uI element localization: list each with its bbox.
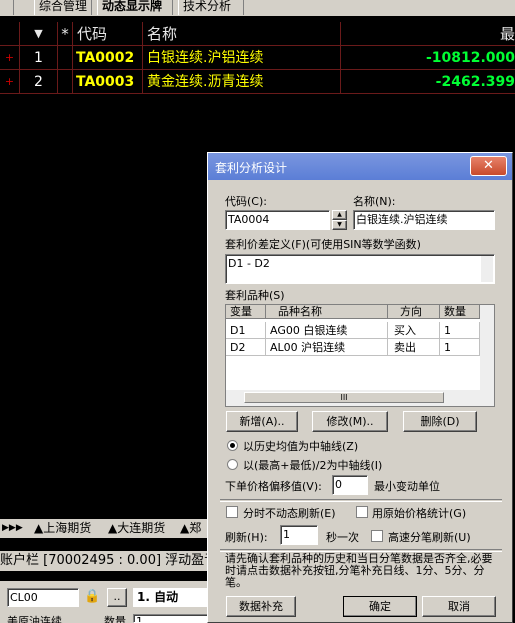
add-leg-button[interactable]: 新增(A).. xyxy=(226,411,298,432)
radio-high-low-label: 以(最高+最低)/2为中轴线(I) xyxy=(243,459,383,472)
row-name[interactable]: 黄金连续.沥青连续 xyxy=(143,70,341,94)
legs-hscrollbar[interactable]: III xyxy=(226,390,494,406)
legs-header-var[interactable]: 变量 xyxy=(226,305,266,319)
spin-up-icon[interactable]: ▲ xyxy=(332,210,347,220)
arbitrage-design-dialog: 套利分析设计 ✕ 代码(C): TA0004 ▲ ▼ 名称(N): 白银连续.沪… xyxy=(207,152,513,623)
name-label: 名称(N): xyxy=(353,195,396,208)
spin-down-icon[interactable]: ▼ xyxy=(332,220,347,230)
legs-label: 套利品种(S) xyxy=(225,289,285,302)
legs-row-name[interactable]: AG00 白银连续 xyxy=(266,322,388,339)
legs-table: 变量 品种名称 方向 数量 D1 AG00 白银连续 买入 1 D2 AL00 … xyxy=(225,304,495,407)
header-code[interactable]: 代码 xyxy=(73,22,143,46)
order-mode-select[interactable]: 1. 自动 xyxy=(133,588,213,607)
qty-label: 数量 xyxy=(104,615,126,623)
row-index: 1 xyxy=(20,46,58,70)
code-input[interactable]: TA0004 xyxy=(225,210,330,230)
spread-formula-input[interactable]: D1 - D2 xyxy=(225,254,495,284)
legs-header-qty[interactable]: 数量 xyxy=(440,305,480,319)
offset-unit: 最小变动单位 xyxy=(374,480,440,493)
row-expand-icon[interactable]: + xyxy=(0,70,20,94)
radio-selected-dot xyxy=(230,443,235,448)
sort-dropdown-icon[interactable]: ▼ xyxy=(20,22,58,46)
row-expand-icon[interactable]: + xyxy=(0,46,20,70)
chk-hf-refresh[interactable] xyxy=(371,530,383,542)
legs-row-dir[interactable]: 买入 xyxy=(388,322,440,339)
tab-dalian-futures[interactable]: ▲大连期货 xyxy=(108,520,165,536)
row-name[interactable]: 白银连续.沪铝连续 xyxy=(143,46,341,70)
dialog-titlebar[interactable]: 套利分析设计 ✕ xyxy=(208,153,512,180)
chk-raw-stats-label: 用原始价格统计(G) xyxy=(372,507,467,520)
account-bar: 账户栏 [70002495 : 0.00] 浮动盈亏 xyxy=(0,551,215,571)
tab-scroll-left[interactable] xyxy=(4,0,14,15)
refresh-unit: 秒一次 xyxy=(326,531,359,544)
legs-row-var[interactable]: D2 xyxy=(226,339,266,356)
edit-leg-button[interactable]: 修改(M).. xyxy=(312,411,388,432)
refresh-label: 刷新(H): xyxy=(225,531,268,544)
exchange-tab-bar: ▶▶▶ ▲上海期货 ▲大连期货 ▲郑 xyxy=(0,519,220,538)
row-star xyxy=(58,70,73,94)
header-spacer xyxy=(0,22,20,46)
legs-row-dir[interactable]: 卖出 xyxy=(388,339,440,356)
row-index: 2 xyxy=(20,70,58,94)
close-icon[interactable]: ✕ xyxy=(470,156,507,176)
chk-raw-stats[interactable] xyxy=(356,506,368,518)
dialog-title: 套利分析设计 xyxy=(215,161,288,175)
radio-high-low[interactable] xyxy=(227,459,238,470)
hscroll-thumb[interactable]: III xyxy=(244,392,444,403)
tab-comprehensive[interactable]: 综合管理 xyxy=(34,0,92,15)
legs-row-qty[interactable]: 1 xyxy=(440,339,480,356)
qty-input[interactable]: 1 xyxy=(133,614,213,623)
chk-hf-refresh-label: 高速分笔刷新(U) xyxy=(388,531,471,544)
tab-technical-analysis[interactable]: 技术分析 xyxy=(178,0,244,15)
chk-no-refresh[interactable] xyxy=(226,506,238,518)
row-star xyxy=(58,46,73,70)
legs-header-name[interactable]: 品种名称 xyxy=(266,305,388,319)
contract-input[interactable]: CL00 xyxy=(7,588,79,607)
chk-no-refresh-label: 分时不动态刷新(E) xyxy=(243,507,336,520)
header-star: * xyxy=(58,22,73,46)
top-tab-bar: 综合管理 动态显示牌 技术分析 xyxy=(0,0,515,16)
tab-nav-arrows-icon[interactable]: ▶▶▶ xyxy=(2,520,26,536)
separator xyxy=(220,499,502,502)
ok-button[interactable]: 确定 xyxy=(343,596,417,617)
delete-leg-button[interactable]: 删除(D) xyxy=(403,411,477,432)
row-code[interactable]: TA0003 xyxy=(73,70,143,94)
tab-dynamic-board[interactable]: 动态显示牌 xyxy=(97,0,173,15)
legs-header-dir[interactable]: 方向 xyxy=(388,305,440,319)
radio-hist-mean-label: 以历史均值为中轴线(Z) xyxy=(243,440,359,453)
data-supplement-button[interactable]: 数据补充 xyxy=(226,596,296,617)
name-input[interactable]: 白银连续.沪铝连续 xyxy=(353,210,495,230)
header-last[interactable]: 最 xyxy=(341,22,515,46)
offset-input[interactable]: 0 xyxy=(332,475,368,495)
legs-row-var[interactable]: D1 xyxy=(226,322,266,339)
formula-scrollbar[interactable] xyxy=(481,256,493,282)
legs-row-name[interactable]: AL00 沪铝连续 xyxy=(266,339,388,356)
lock-icon[interactable]: 🔒 xyxy=(84,589,100,606)
offset-label: 下单价格偏移值(V): xyxy=(225,480,322,493)
order-panel: CL00 🔒 .. 1. 自动 美原油连续 数量 1 xyxy=(0,581,215,623)
tab-zhengzhou-futures[interactable]: ▲郑 xyxy=(180,520,201,536)
tab-shanghai-futures[interactable]: ▲上海期货 xyxy=(34,520,91,536)
notice-text: 请先确认套利品种的历史和当日分笔数据是否齐全,必要时请点击数据补充按钮,分笔补充… xyxy=(225,552,493,589)
spread-label: 套利价差定义(F)(可使用SIN等数学函数) xyxy=(225,238,421,251)
code-label: 代码(C): xyxy=(225,195,267,208)
header-name[interactable]: 名称 xyxy=(143,22,341,46)
refresh-input[interactable]: 1 xyxy=(280,525,318,545)
legs-vscrollbar[interactable] xyxy=(480,305,494,390)
contract-browse-button[interactable]: .. xyxy=(107,588,127,607)
legs-row-qty[interactable]: 1 xyxy=(440,322,480,339)
row-value: -10812.000 xyxy=(341,46,515,70)
contract-name: 美原油连续 xyxy=(7,615,62,623)
radio-hist-mean[interactable] xyxy=(227,440,238,451)
quote-grid: ▼ * 代码 名称 最 + 1 TA0002 白银连续.沪铝连续 -10812.… xyxy=(0,22,515,97)
row-value: -2462.399 xyxy=(341,70,515,94)
row-code[interactable]: TA0002 xyxy=(73,46,143,70)
cancel-button[interactable]: 取消 xyxy=(422,596,496,617)
